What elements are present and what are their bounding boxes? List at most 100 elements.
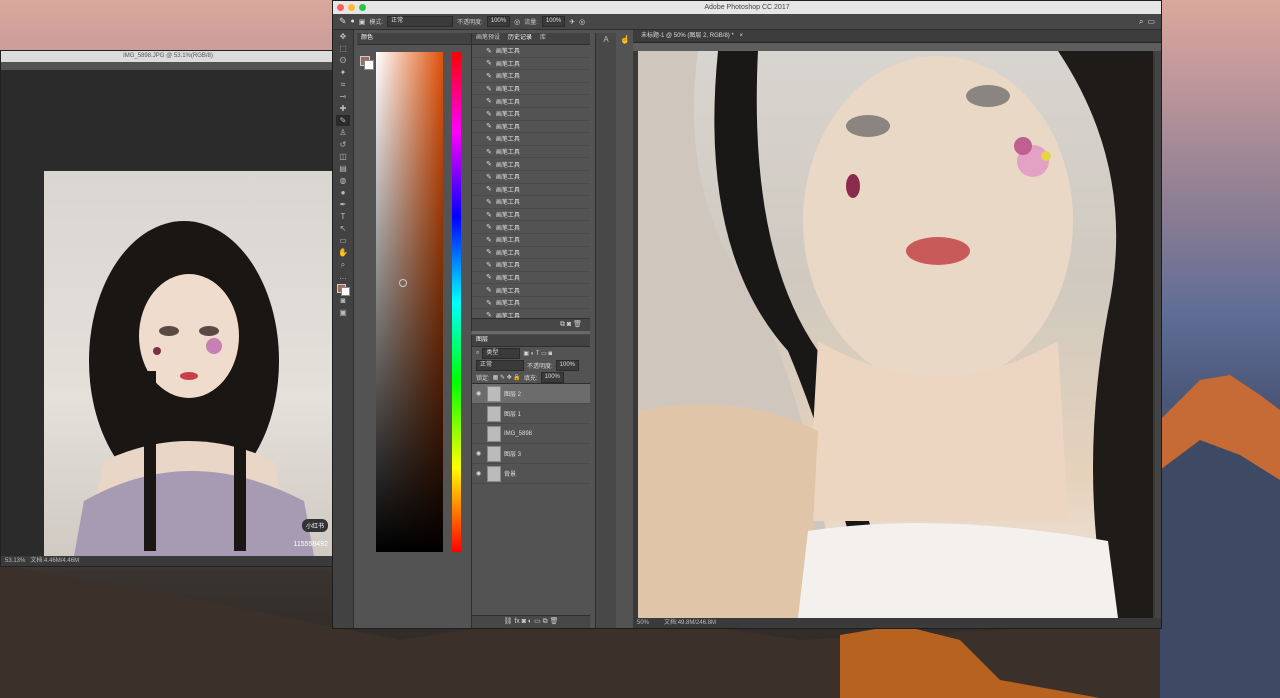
document-window[interactable]: 未标题-1 @ 50% (图层 2, RGB/8) * × 50% 文档:49.…	[633, 30, 1161, 628]
eraser-tool-icon[interactable]: ◫	[336, 151, 350, 162]
color-picker-cursor[interactable]	[399, 279, 407, 287]
marquee-tool-icon[interactable]: ⬚	[336, 43, 350, 54]
tool-presets-icon[interactable]: ☝	[618, 34, 632, 45]
layer-row[interactable]: ◉ 背景	[472, 464, 590, 484]
lasso-tool-icon[interactable]: ʘ	[336, 55, 350, 66]
color-field[interactable]	[376, 52, 443, 552]
vertical-scrollbar[interactable]	[1155, 51, 1161, 618]
quick-mask-icon[interactable]: ◙	[336, 295, 350, 306]
new-group-icon[interactable]: ▭	[534, 618, 541, 625]
history-state-item[interactable]: ✎画笔工具	[472, 171, 590, 184]
history-state-item[interactable]: ✎画笔工具	[472, 108, 590, 121]
brush-panel-icon[interactable]: ▣	[359, 18, 366, 26]
fill-field[interactable]: 100%	[540, 371, 564, 383]
visibility-eye-icon[interactable]: ◉	[476, 390, 484, 397]
hand-tool-icon[interactable]: ✋	[336, 247, 350, 258]
lock-icons[interactable]: ▦ ✎ ✥ 🔒	[493, 374, 521, 381]
layer-row[interactable]: IMG_5898	[472, 424, 590, 444]
history-state-item[interactable]: ✎画笔工具	[472, 158, 590, 171]
shape-tool-icon[interactable]: ▭	[336, 235, 350, 246]
history-state-item[interactable]: ✎画笔工具	[472, 58, 590, 71]
layer-row[interactable]: 图层 1	[472, 404, 590, 424]
history-state-item[interactable]: ✎画笔工具	[472, 297, 590, 310]
visibility-eye-icon[interactable]: ◉	[476, 470, 484, 477]
reference-image-window[interactable]: IMG_5898.JPG @ 53.1%(RGB/8) 小红书 11555849…	[0, 50, 336, 567]
blend-mode-select[interactable]: 正常	[476, 359, 524, 371]
maximize-window-button[interactable]	[359, 4, 366, 11]
eyedropper-tool-icon[interactable]: ⊸	[336, 91, 350, 102]
move-tool-icon[interactable]: ✥	[336, 31, 350, 42]
healing-tool-icon[interactable]: ✚	[336, 103, 350, 114]
photoshop-window[interactable]: Adobe Photoshop CC 2017 ✎ ● ▣ 模式: 正常 不透明…	[332, 0, 1162, 629]
new-snapshot-icon[interactable]: ◙	[567, 321, 571, 328]
filter-kind-icon[interactable]: ⌕	[476, 350, 479, 357]
pressure-opacity-icon[interactable]: ◎	[514, 18, 520, 26]
type-tool-icon[interactable]: T	[336, 211, 350, 222]
visibility-eye-icon[interactable]: ◉	[476, 450, 484, 457]
tab-history[interactable]: 历史记录	[508, 33, 532, 44]
history-brush-tool-icon[interactable]: ↺	[336, 139, 350, 150]
airbrush-icon[interactable]: ✈	[569, 18, 575, 26]
character-panel-icon[interactable]: A	[599, 34, 613, 45]
workspace-icon[interactable]: ▭	[1147, 17, 1155, 26]
history-state-item[interactable]: ✎画笔工具	[472, 121, 590, 134]
adjustment-layer-icon[interactable]: ◐	[528, 618, 532, 625]
mode-select[interactable]: 正常	[387, 16, 454, 27]
painting-canvas[interactable]	[638, 51, 1153, 618]
history-state-item[interactable]: ✎画笔工具	[472, 234, 590, 247]
delete-layer-icon[interactable]: 🗑	[550, 618, 559, 625]
history-state-item[interactable]: ✎画笔工具	[472, 95, 590, 108]
blur-tool-icon[interactable]: ◍	[336, 175, 350, 186]
dodge-tool-icon[interactable]: ●	[336, 187, 350, 198]
history-state-item[interactable]: ✎画笔工具	[472, 221, 590, 234]
hue-slider[interactable]	[452, 52, 461, 552]
history-state-item[interactable]: ✎画笔工具	[472, 272, 590, 285]
brush-tool-icon-active[interactable]: ✎	[336, 115, 350, 126]
close-tab-icon[interactable]: ×	[739, 33, 743, 39]
delete-state-icon[interactable]: 🗑	[573, 321, 582, 328]
layer-row[interactable]: ◉ 图层 3	[472, 444, 590, 464]
opacity-field[interactable]: 100%	[486, 16, 511, 27]
layer-style-icon[interactable]: fx	[514, 618, 519, 625]
color-tab[interactable]: 颜色	[361, 33, 373, 44]
layer-filter-select[interactable]: 类型	[482, 347, 521, 359]
color-swatches-icon[interactable]	[336, 283, 350, 296]
brush-tool-icon[interactable]: ✎	[339, 16, 347, 27]
tab-layers[interactable]: 图层	[476, 335, 488, 346]
filter-icons[interactable]: ▣ ◐ T ▭ ◙	[523, 350, 552, 357]
more-tools-icon[interactable]: …	[336, 271, 350, 282]
new-layer-icon[interactable]: ⧉	[543, 618, 548, 625]
history-state-item[interactable]: ✎画笔工具	[472, 83, 590, 96]
gradient-tool-icon[interactable]: ▤	[336, 163, 350, 174]
add-mask-icon[interactable]: ◙	[522, 618, 526, 625]
tab-libraries[interactable]: 库	[540, 33, 546, 44]
search-icon[interactable]: ⌕	[1139, 17, 1143, 27]
history-state-item[interactable]: ✎画笔工具	[472, 45, 590, 58]
close-window-button[interactable]	[337, 4, 344, 11]
brush-size-icon[interactable]: ●	[351, 18, 355, 25]
minimize-window-button[interactable]	[348, 4, 355, 11]
zoom-tool-icon[interactable]: ⌕	[336, 259, 350, 270]
history-state-item[interactable]: ✎画笔工具	[472, 259, 590, 272]
path-select-tool-icon[interactable]: ↖	[336, 223, 350, 234]
background-swatch[interactable]	[364, 60, 374, 70]
history-state-item[interactable]: ✎画笔工具	[472, 70, 590, 83]
flow-field[interactable]: 100%	[541, 16, 566, 27]
layer-opacity-field[interactable]: 100%	[555, 359, 580, 371]
screen-mode-icon[interactable]: ▣	[336, 307, 350, 318]
history-state-item[interactable]: ✎画笔工具	[472, 133, 590, 146]
pen-tool-icon[interactable]: ✒	[336, 199, 350, 210]
quick-select-tool-icon[interactable]: ✦	[336, 67, 350, 78]
history-state-item[interactable]: ✎画笔工具	[472, 209, 590, 222]
stamp-tool-icon[interactable]: ♙	[336, 127, 350, 138]
pressure-size-icon[interactable]: ◎	[579, 18, 585, 26]
history-state-item[interactable]: ✎画笔工具	[472, 196, 590, 209]
history-state-item[interactable]: ✎画笔工具	[472, 146, 590, 159]
tab-brush-presets[interactable]: 画笔预设	[476, 33, 500, 44]
history-state-item[interactable]: ✎画笔工具	[472, 247, 590, 260]
crop-tool-icon[interactable]: ⌗	[336, 79, 350, 90]
history-state-item[interactable]: ✎画笔工具	[472, 184, 590, 197]
history-state-item[interactable]: ✎画笔工具	[472, 284, 590, 297]
document-tab[interactable]: 未标题-1 @ 50% (图层 2, RGB/8) * ×	[633, 30, 1161, 43]
layer-row[interactable]: ◉ 图层 2	[472, 384, 590, 404]
